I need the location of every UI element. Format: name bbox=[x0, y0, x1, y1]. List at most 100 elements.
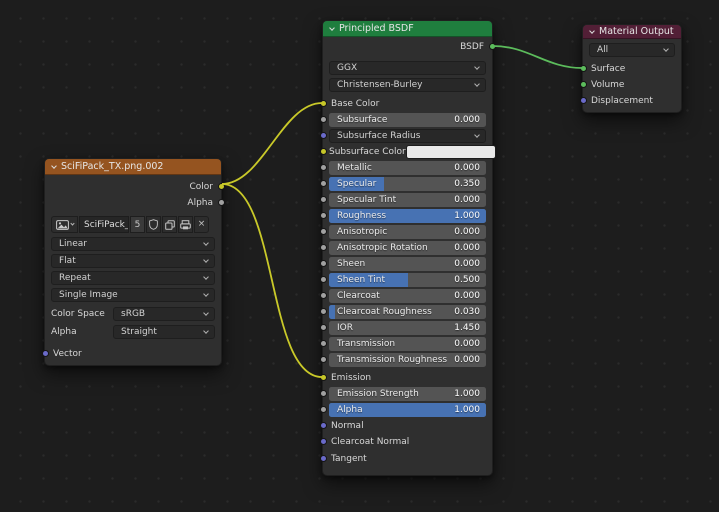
target-dropdown[interactable]: All bbox=[589, 43, 675, 57]
extension-dropdown[interactable]: Repeat bbox=[51, 271, 215, 285]
socket-roughness-input[interactable] bbox=[320, 212, 327, 219]
specular-tint-slider[interactable]: Specular Tint0.000 bbox=[329, 193, 486, 207]
image-browse-button[interactable] bbox=[51, 216, 78, 233]
socket-vector-input[interactable] bbox=[42, 350, 49, 357]
socket-subsurface-input[interactable] bbox=[320, 116, 327, 123]
alpha-slider[interactable]: Alpha1.000 bbox=[329, 403, 486, 417]
socket-metallic-input[interactable] bbox=[320, 164, 327, 171]
socket-clearcoat-roughness-input[interactable] bbox=[320, 308, 327, 315]
socket-emission-input[interactable] bbox=[320, 374, 327, 381]
node-title: SciFiPack_TX.png.002 bbox=[61, 161, 163, 172]
image-texture-node[interactable]: SciFiPack_TX.png.002 Color Alpha SciFiPa… bbox=[44, 158, 222, 366]
socket-displacement-input[interactable] bbox=[580, 97, 587, 104]
output-label-alpha: Alpha bbox=[187, 198, 213, 208]
input-label-surface: Surface bbox=[591, 64, 625, 74]
emission-strength-slider[interactable]: Emission Strength1.000 bbox=[329, 387, 486, 401]
alpha-mode-dropdown[interactable]: Straight bbox=[113, 325, 215, 339]
socket-clearcoat-input[interactable] bbox=[320, 292, 327, 299]
subsurface-radius-dropdown[interactable]: Subsurface Radius bbox=[329, 129, 486, 143]
output-label-color: Color bbox=[190, 182, 214, 192]
socket-color-output[interactable] bbox=[218, 183, 225, 190]
socket-transmission-roughness-input[interactable] bbox=[320, 356, 327, 363]
input-label-volume: Volume bbox=[591, 80, 624, 90]
material-output-node-header[interactable]: Material Output bbox=[583, 25, 681, 39]
socket-clearcoat-normal-input[interactable] bbox=[320, 438, 327, 445]
socket-anisotropic-input[interactable] bbox=[320, 228, 327, 235]
copy-icon bbox=[165, 220, 175, 230]
socket-alpha-output[interactable] bbox=[218, 199, 225, 206]
input-label-emission: Emission bbox=[331, 373, 371, 383]
socket-subsurface-color-input[interactable] bbox=[320, 148, 327, 155]
socket-transmission-input[interactable] bbox=[320, 340, 327, 347]
input-label-vector: Vector bbox=[53, 349, 82, 359]
socket-sheen-input[interactable] bbox=[320, 260, 327, 267]
socket-anisotropic-rotation-input[interactable] bbox=[320, 244, 327, 251]
socket-subsurface-radius-input[interactable] bbox=[320, 132, 327, 139]
interpolation-dropdown[interactable]: Linear bbox=[51, 237, 215, 251]
socket-tangent-input[interactable] bbox=[320, 455, 327, 462]
socket-specular-input[interactable] bbox=[320, 180, 327, 187]
browse-chevron-icon bbox=[70, 221, 74, 225]
users-count-button[interactable]: 5 bbox=[130, 216, 145, 233]
principled-bsdf-node-header[interactable]: Principled BSDF bbox=[323, 21, 492, 37]
anisotropic-slider[interactable]: Anisotropic0.000 bbox=[329, 225, 486, 239]
collapse-chevron-icon[interactable] bbox=[329, 25, 335, 31]
sheen-tint-slider[interactable]: Sheen Tint0.500 bbox=[329, 273, 486, 287]
alpha-mode-label: Alpha bbox=[51, 327, 113, 337]
ior-slider[interactable]: IOR1.450 bbox=[329, 321, 486, 335]
socket-bsdf-output[interactable] bbox=[489, 43, 496, 50]
metallic-slider[interactable]: Metallic0.000 bbox=[329, 161, 486, 175]
material-output-node[interactable]: Material Output All Surface Volume Displ… bbox=[582, 24, 682, 113]
roughness-slider[interactable]: Roughness1.000 bbox=[329, 209, 486, 223]
new-image-button[interactable] bbox=[162, 216, 177, 233]
unlink-image-button[interactable]: × bbox=[194, 216, 209, 233]
collapse-chevron-icon[interactable] bbox=[589, 28, 595, 34]
output-label-bsdf: BSDF bbox=[460, 42, 484, 52]
specular-slider[interactable]: Specular0.350 bbox=[329, 177, 486, 191]
shield-icon bbox=[149, 219, 158, 230]
subsurface-method-dropdown[interactable]: Christensen-Burley bbox=[329, 78, 486, 92]
input-label-displacement: Displacement bbox=[591, 96, 653, 106]
projection-dropdown[interactable]: Flat bbox=[51, 254, 215, 268]
node-title: Material Output bbox=[599, 26, 674, 37]
image-texture-node-header[interactable]: SciFiPack_TX.png.002 bbox=[45, 159, 221, 175]
close-icon: × bbox=[198, 220, 206, 229]
node-title: Principled BSDF bbox=[339, 23, 414, 34]
socket-volume-input[interactable] bbox=[580, 81, 587, 88]
subsurface-color-swatch[interactable] bbox=[406, 145, 496, 159]
distribution-dropdown[interactable]: GGX bbox=[329, 61, 486, 75]
transmission-roughness-slider[interactable]: Transmission Roughness0.000 bbox=[329, 353, 486, 367]
node-editor-canvas[interactable]: SciFiPack_TX.png.002 Color Alpha SciFiPa… bbox=[0, 0, 719, 512]
link-bsdf-to-surface[interactable] bbox=[493, 46, 582, 68]
clearcoat-slider[interactable]: Clearcoat0.000 bbox=[329, 289, 486, 303]
color-space-dropdown[interactable]: sRGB bbox=[113, 307, 215, 321]
principled-bsdf-node[interactable]: Principled BSDF BSDF GGX Christensen-Bur… bbox=[322, 20, 493, 476]
collapse-chevron-icon[interactable] bbox=[51, 163, 57, 169]
image-name-field[interactable]: SciFiPack_T... bbox=[79, 216, 129, 233]
subsurface-color-label: Subsurface Color bbox=[329, 147, 406, 157]
link-color-to-emission[interactable] bbox=[222, 184, 322, 377]
input-label-tangent: Tangent bbox=[331, 454, 367, 464]
socket-emission-strength-input[interactable] bbox=[320, 390, 327, 397]
socket-ior-input[interactable] bbox=[320, 324, 327, 331]
fake-user-button[interactable] bbox=[146, 216, 161, 233]
socket-specular-tint-input[interactable] bbox=[320, 196, 327, 203]
socket-normal-input[interactable] bbox=[320, 422, 327, 429]
anisotropic-rotation-slider[interactable]: Anisotropic Rotation0.000 bbox=[329, 241, 486, 255]
socket-alpha-input[interactable] bbox=[320, 406, 327, 413]
socket-base-color-input[interactable] bbox=[320, 100, 327, 107]
socket-sheen-tint-input[interactable] bbox=[320, 276, 327, 283]
socket-surface-input[interactable] bbox=[580, 65, 587, 72]
pack-image-button[interactable] bbox=[178, 216, 193, 233]
source-dropdown[interactable]: Single Image bbox=[51, 288, 215, 302]
transmission-slider[interactable]: Transmission0.000 bbox=[329, 337, 486, 351]
input-label-normal: Normal bbox=[331, 421, 364, 431]
link-color-to-basecolor[interactable] bbox=[222, 103, 322, 184]
image-datablock-row: SciFiPack_T... 5 × bbox=[51, 216, 209, 233]
input-label-clearcoat-normal: Clearcoat Normal bbox=[331, 437, 409, 447]
subsurface-slider[interactable]: Subsurface0.000 bbox=[329, 113, 486, 127]
input-label-base-color: Base Color bbox=[331, 99, 379, 109]
image-icon bbox=[56, 220, 69, 230]
sheen-slider[interactable]: Sheen0.000 bbox=[329, 257, 486, 271]
clearcoat-roughness-slider[interactable]: Clearcoat Roughness0.030 bbox=[329, 305, 486, 319]
